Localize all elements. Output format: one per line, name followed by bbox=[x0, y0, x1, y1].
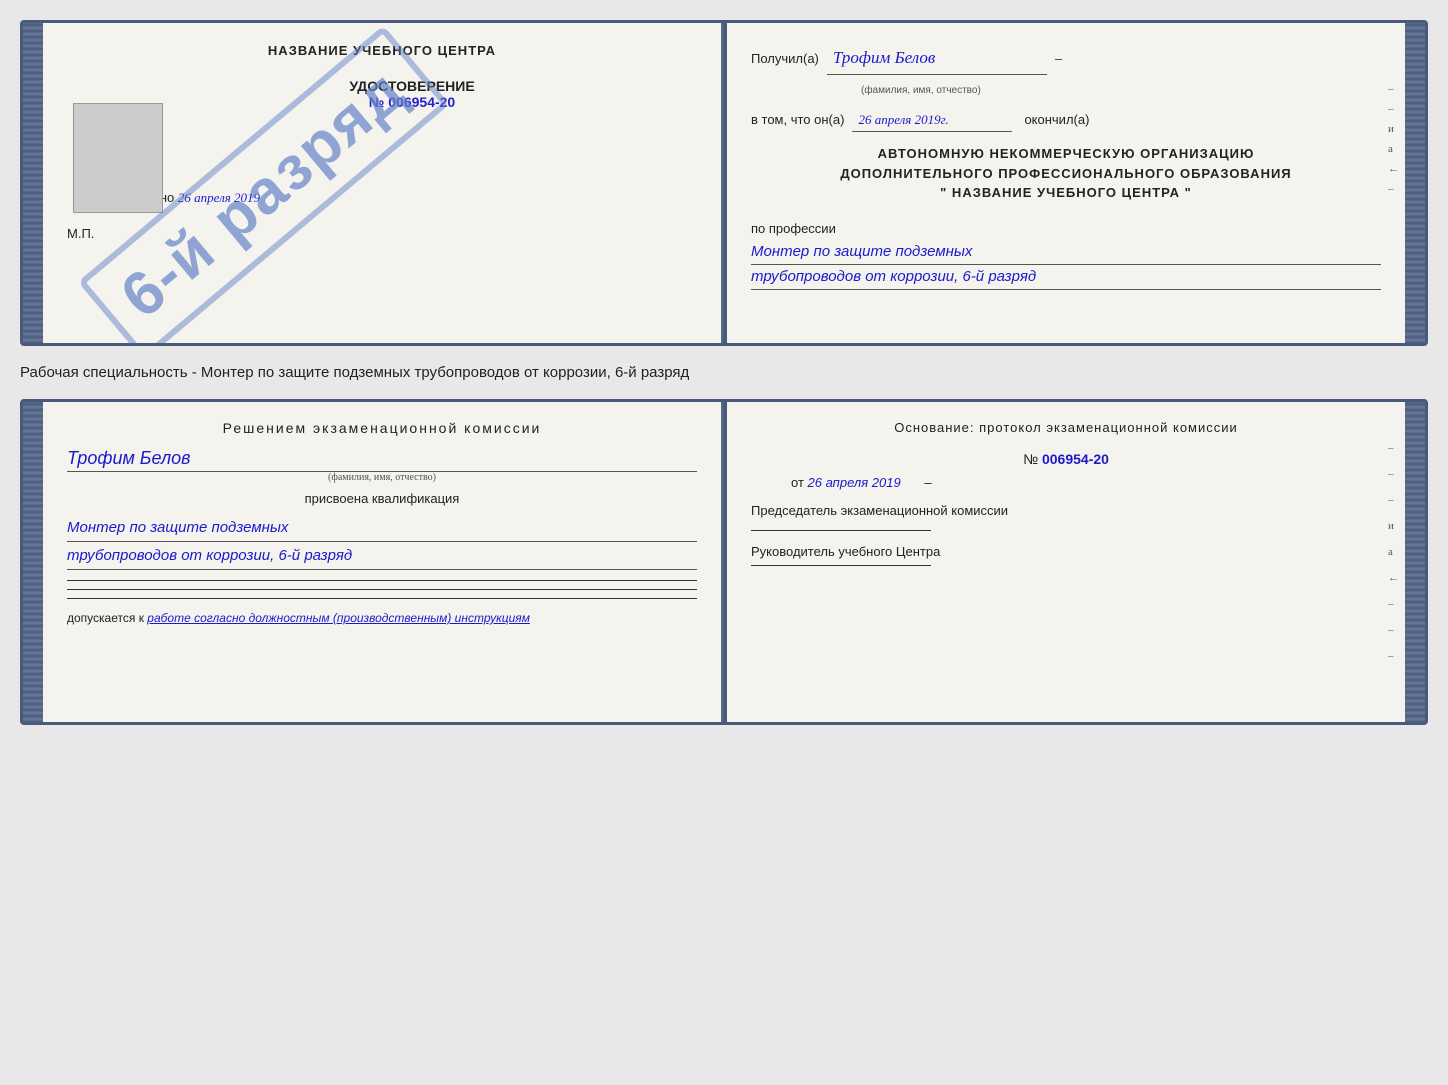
cert-udost-num-value: 006954-20 bbox=[388, 94, 455, 110]
poluchil-line: Получил(а) Трофим Белов – bbox=[751, 43, 1381, 75]
poluchil-value: Трофим Белов bbox=[827, 43, 1047, 75]
lower-certificate-book: Решением экзаменационной комиссии Трофим… bbox=[20, 399, 1428, 725]
date-block: от 26 апреля 2019 – bbox=[791, 475, 1381, 490]
po-professii-label: по профессии bbox=[751, 221, 836, 236]
upper-left-header: НАЗВАНИЕ УЧЕБНОГО ЦЕНТРА bbox=[67, 43, 697, 58]
poluchil-sub: (фамилия, имя, отчество) bbox=[861, 85, 981, 96]
bottom-line-2 bbox=[67, 589, 697, 590]
vtom-date: 26 апреля 2019г. bbox=[852, 108, 1012, 132]
num-value: 006954-20 bbox=[1042, 451, 1109, 467]
poluchil-label: Получил(а) bbox=[751, 47, 819, 70]
org-name: " НАЗВАНИЕ УЧЕБНОГО ЦЕНТРА " bbox=[751, 183, 1381, 203]
bottom-line-1 bbox=[67, 580, 697, 581]
between-text: Рабочая специальность - Монтер по защите… bbox=[20, 356, 1428, 389]
book-edge-left bbox=[23, 23, 43, 343]
page-wrapper: НАЗВАНИЕ УЧЕБНОГО ЦЕНТРА 6-й разряд УДОС… bbox=[20, 20, 1428, 725]
profession-line2: трубопроводов от коррозии, 6-й разряд bbox=[751, 265, 1381, 290]
допускается-label: допускается к bbox=[67, 611, 144, 625]
date-prefix: от bbox=[791, 475, 804, 490]
vtom-label: в том, что он(а) bbox=[751, 108, 844, 131]
assigned-label: присвоена квалификация bbox=[67, 491, 697, 506]
upper-left-page: НАЗВАНИЕ УЧЕБНОГО ЦЕНТРА 6-й разряд УДОС… bbox=[43, 23, 723, 343]
person-sub: (фамилия, имя, отчество) bbox=[67, 472, 697, 483]
org-line2: ДОПОЛНИТЕЛЬНОГО ПРОФЕССИОНАЛЬНОГО ОБРАЗО… bbox=[751, 164, 1381, 184]
upper-certificate-book: НАЗВАНИЕ УЧЕБНОГО ЦЕНТРА 6-й разряд УДОС… bbox=[20, 20, 1428, 346]
commission-signature-line bbox=[751, 530, 931, 531]
cert-mp: М.П. bbox=[67, 226, 697, 241]
date-value: 26 апреля 2019 bbox=[808, 475, 901, 490]
upper-right-content: Получил(а) Трофим Белов – (фамилия, имя,… bbox=[751, 43, 1381, 290]
right-margin-marks-lower: – – – и а ← – – – bbox=[1388, 442, 1399, 662]
osnov-header: Основание: протокол экзаменационной коми… bbox=[751, 420, 1381, 435]
book-edge-right-upper bbox=[1405, 23, 1425, 343]
person-name: Трофим Белов bbox=[67, 448, 697, 472]
decision-header: Решением экзаменационной комиссии bbox=[67, 420, 697, 436]
qualification-line1: Монтер по защите подземных bbox=[67, 514, 697, 542]
cert-udost-block: УДОСТОВЕРЕНИЕ № 006954-20 bbox=[127, 78, 697, 110]
lower-right-page: – – – и а ← – – – Основание: протокол эк… bbox=[727, 402, 1405, 722]
cert-udost-title: УДОСТОВЕРЕНИЕ bbox=[127, 78, 697, 94]
org-line1: АВТОНОМНУЮ НЕКОММЕРЧЕСКУЮ ОРГАНИЗАЦИЮ bbox=[751, 144, 1381, 164]
book-edge-right-lower bbox=[1405, 402, 1425, 722]
допускается-block: допускается к работе согласно должностны… bbox=[67, 611, 697, 625]
upper-right-page: – – и а ← – Получил(а) Трофим Белов – (ф… bbox=[727, 23, 1405, 343]
bottom-line-3 bbox=[67, 598, 697, 599]
rukovoditel-label: Руководитель учебного Центра bbox=[751, 543, 1381, 561]
cert-vydano-date: 26 апреля 2019 bbox=[178, 190, 260, 205]
vtom-line: в том, что он(а) 26 апреля 2019г. окончи… bbox=[751, 108, 1381, 132]
num-prefix: № bbox=[1023, 451, 1038, 467]
num-block: № 006954-20 bbox=[751, 451, 1381, 467]
cert-udost-num: № 006954-20 bbox=[127, 94, 697, 110]
допускается-value: работе согласно должностным (производств… bbox=[147, 611, 530, 625]
cert-photo-placeholder bbox=[73, 103, 163, 213]
commission-header: Председатель экзаменационной комиссии bbox=[751, 502, 1381, 520]
cert-vydano: Выдано 26 апреля 2019 bbox=[127, 190, 697, 206]
right-side-marks-upper: – – и а ← – bbox=[1388, 83, 1399, 195]
okochil-label: окончил(а) bbox=[1024, 108, 1089, 131]
cert-udost-num-prefix: № bbox=[369, 94, 385, 110]
lower-left-page: Решением экзаменационной комиссии Трофим… bbox=[43, 402, 723, 722]
person-name-block: Трофим Белов (фамилия, имя, отчество) bbox=[67, 448, 697, 483]
qualification-line2: трубопроводов от коррозии, 6-й разряд bbox=[67, 542, 697, 570]
book-edge-left-lower bbox=[23, 402, 43, 722]
profession-block: по профессии Монтер по защите подземных … bbox=[751, 217, 1381, 290]
profession-line1: Монтер по защите подземных bbox=[751, 240, 1381, 265]
bottom-lines bbox=[67, 580, 697, 599]
org-block: АВТОНОМНУЮ НЕКОММЕРЧЕСКУЮ ОРГАНИЗАЦИЮ ДО… bbox=[751, 144, 1381, 203]
rukovoditel-block: Руководитель учебного Центра bbox=[751, 543, 1381, 566]
qualification-block: Монтер по защите подземных трубопроводов… bbox=[67, 514, 697, 570]
rukovoditel-signature-line bbox=[751, 565, 931, 566]
